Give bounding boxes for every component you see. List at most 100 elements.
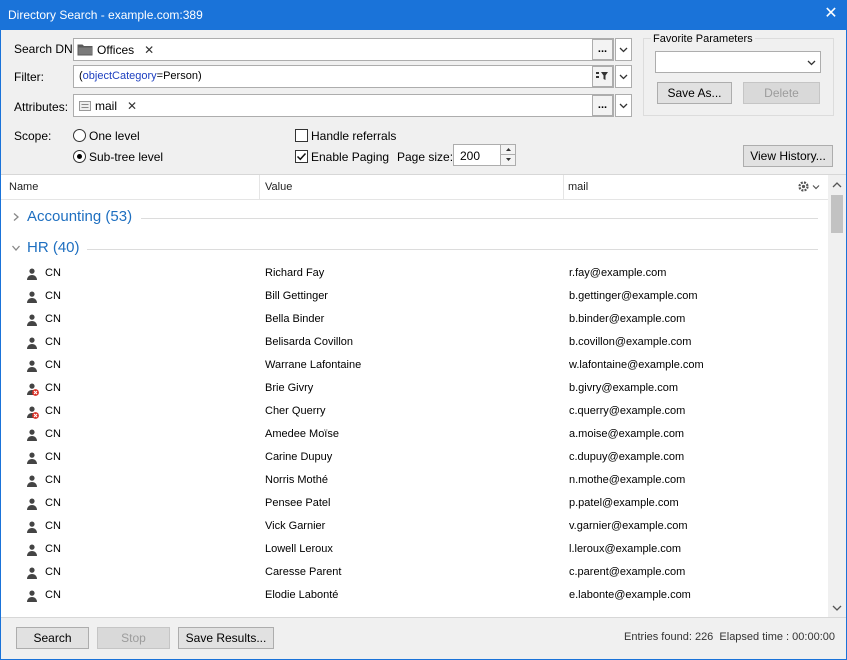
cell-mail: c.dupuy@example.com — [569, 451, 685, 463]
table-row[interactable]: CN Bella Binder b.binder@example.com — [1, 309, 826, 332]
browse-attributes-button[interactable]: ... — [592, 95, 613, 116]
cell-mail: c.parent@example.com — [569, 566, 686, 578]
table-row[interactable]: CN Cher Querry c.querry@example.com — [1, 401, 826, 424]
enable-paging-checkbox[interactable] — [295, 150, 308, 163]
cell-value: Belisarda Covillon — [265, 336, 354, 348]
column-separator[interactable] — [259, 175, 260, 200]
attributes-dropdown[interactable] — [615, 94, 632, 117]
search-button[interactable]: Search — [16, 627, 89, 649]
filter-builder-button[interactable] — [592, 66, 613, 87]
column-settings-button[interactable] — [797, 180, 823, 194]
search-dn-field[interactable]: Offices ✕ ... — [73, 38, 614, 61]
user-icon — [27, 291, 37, 303]
enable-paging-label[interactable]: Enable Paging — [311, 150, 389, 164]
column-mail[interactable]: mail — [568, 181, 588, 193]
cell-value: Elodie Labonté — [265, 589, 339, 601]
save-as-button[interactable]: Save As... — [657, 82, 732, 104]
table-row[interactable]: CN Brie Givry b.givry@example.com — [1, 378, 826, 401]
cell-mail: r.fay@example.com — [569, 267, 667, 279]
column-name[interactable]: Name — [9, 181, 38, 193]
group-hr[interactable]: HR (40) — [1, 237, 826, 261]
save-results-button[interactable]: Save Results... — [178, 627, 274, 649]
favorite-parameters-select[interactable] — [655, 51, 821, 73]
close-icon[interactable]: ✕ — [821, 4, 841, 24]
disabled-user-icon — [27, 406, 39, 419]
one-level-label[interactable]: One level — [89, 129, 140, 143]
footer-bar: Search Stop Save Results... Entries foun… — [1, 617, 846, 659]
vertical-scrollbar[interactable] — [828, 175, 846, 617]
subtree-level-label[interactable]: Sub-tree level — [89, 150, 163, 164]
scrollbar-thumb[interactable] — [831, 195, 843, 233]
cell-mail: l.leroux@example.com — [569, 543, 682, 555]
search-dn-chip-text: Offices — [97, 42, 135, 57]
group-divider — [87, 249, 818, 250]
table-row[interactable]: CN Belisarda Covillon b.covillon@example.c… — [1, 332, 826, 355]
search-dn-dropdown[interactable] — [615, 38, 632, 61]
cell-name: CN — [45, 267, 61, 279]
cell-value: Caresse Parent — [265, 566, 342, 578]
search-dn-chip[interactable]: Offices ✕ — [77, 41, 154, 58]
cell-mail: b.givry@example.com — [569, 382, 678, 394]
table-row[interactable]: CN Bill Gettinger b.gettinger@example.com — [1, 286, 826, 309]
remove-chip-icon[interactable]: ✕ — [144, 43, 154, 57]
page-size-up[interactable] — [500, 145, 515, 155]
cell-name: CN — [45, 566, 61, 578]
remove-chip-icon[interactable]: ✕ — [127, 99, 137, 113]
page-size-down[interactable] — [500, 155, 515, 165]
user-icon — [27, 590, 37, 602]
column-separator[interactable] — [563, 175, 564, 200]
chevron-down-icon — [807, 60, 816, 66]
attributes-field[interactable]: mail ✕ ... — [73, 94, 614, 117]
results-list[interactable]: Name Value mail Accounting (53) HR (40) … — [1, 174, 846, 617]
stop-button[interactable]: Stop — [97, 627, 170, 649]
list-header: Name Value mail — [1, 175, 846, 200]
user-icon — [27, 314, 37, 326]
cell-mail: e.labonte@example.com — [569, 589, 691, 601]
delete-button[interactable]: Delete — [743, 82, 820, 104]
gear-icon — [798, 181, 809, 192]
cell-name: CN — [45, 474, 61, 486]
group-accounting[interactable]: Accounting (53) — [1, 206, 826, 230]
table-row[interactable]: CN Norris Mothé n.mothe@example.com — [1, 470, 826, 493]
subtree-level-radio[interactable] — [73, 150, 86, 163]
page-size-stepper[interactable]: 200 — [453, 144, 516, 166]
filter-label: Filter: — [14, 70, 44, 84]
filter-builder-icon — [596, 72, 608, 80]
scroll-up-icon[interactable] — [828, 178, 846, 192]
table-row[interactable]: CN Caresse Parent c.parent@example.com — [1, 562, 826, 585]
chevron-down-icon — [619, 74, 628, 80]
cell-name: CN — [45, 405, 61, 417]
view-history-button[interactable]: View History... — [743, 145, 833, 167]
cell-mail: p.patel@example.com — [569, 497, 679, 509]
attribute-icon — [79, 100, 91, 111]
user-icon — [27, 475, 37, 487]
handle-referrals-label[interactable]: Handle referrals — [311, 129, 396, 143]
table-row[interactable]: CN Vick Garnier v.garnier@example.com — [1, 516, 826, 539]
cell-mail: v.garnier@example.com — [569, 520, 688, 532]
table-row[interactable]: CN Warrane Lafontaine w.lafontaine@example… — [1, 355, 826, 378]
cell-value: Richard Fay — [265, 267, 325, 279]
disabled-user-icon — [27, 383, 39, 396]
cell-mail: n.mothe@example.com — [569, 474, 686, 486]
table-row[interactable]: CN Lowell Leroux l.leroux@example.com — [1, 539, 826, 562]
table-row[interactable]: CN Amedee Moïse a.moise@example.com — [1, 424, 826, 447]
user-icon — [27, 268, 37, 280]
table-row[interactable]: CN Richard Fay r.fay@example.com — [1, 263, 826, 286]
browse-dn-button[interactable]: ... — [592, 39, 613, 60]
search-dn-label: Search DN: — [14, 42, 77, 56]
one-level-radio[interactable] — [73, 129, 86, 142]
table-row[interactable]: CN Pensee Patel p.patel@example.com — [1, 493, 826, 516]
filter-dropdown[interactable] — [615, 65, 632, 88]
table-row[interactable]: CN Elodie Labonté e.labonte@example.com — [1, 585, 826, 608]
cell-mail: b.covillon@example.com — [569, 336, 692, 348]
cell-value: Lowell Leroux — [265, 543, 333, 555]
attribute-chip[interactable]: mail ✕ — [79, 97, 137, 114]
cell-name: CN — [45, 428, 61, 440]
chevron-down-icon — [812, 185, 820, 190]
column-value[interactable]: Value — [265, 181, 292, 193]
handle-referrals-checkbox[interactable] — [295, 129, 308, 142]
scroll-down-icon[interactable] — [828, 601, 846, 615]
table-row[interactable]: CN Carine Dupuy c.dupuy@example.com — [1, 447, 826, 470]
filter-field[interactable]: (objectCategory=Person) — [73, 65, 614, 88]
cell-value: Carine Dupuy — [265, 451, 333, 463]
